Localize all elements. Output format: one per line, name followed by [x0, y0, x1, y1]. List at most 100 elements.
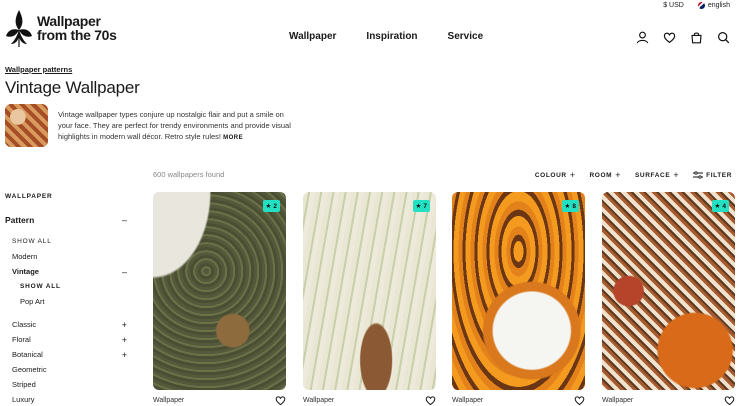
site-logo[interactable]: Wallpaper from the 70s	[5, 8, 117, 48]
product-label: Wallpaper	[153, 397, 185, 404]
shopping-bag-icon[interactable]	[690, 31, 703, 44]
product-footer: Wallpaper	[452, 395, 585, 406]
sidebar-pop-art-label: Pop Art	[20, 297, 45, 306]
sidebar-modern-label: Modern	[12, 252, 38, 261]
star-icon: ★	[564, 203, 571, 210]
logo-leaf-icon	[6, 10, 32, 47]
rating-badge: ★ 2	[262, 200, 280, 212]
logo-wordmark: Wallpaper from the 70s	[37, 14, 117, 42]
product-footer: Wallpaper	[303, 395, 436, 406]
account-icon[interactable]	[636, 31, 649, 44]
nav-service[interactable]: Service	[448, 31, 484, 42]
favorite-heart-icon[interactable]	[275, 395, 286, 406]
product-label: Wallpaper	[303, 397, 335, 404]
category-sidebar: WALLPAPER Pattern – SHOW ALL Modern Vinta…	[5, 193, 127, 406]
product-card[interactable]: ★ 8 Wallpaper	[452, 192, 585, 406]
minus-icon: –	[121, 215, 127, 225]
product-label: Wallpaper	[452, 397, 484, 404]
favorite-heart-icon[interactable]	[425, 395, 436, 406]
sidebar-luxury-label: Luxury	[12, 395, 35, 404]
rating-badge: ★ 4	[711, 200, 729, 212]
sidebar-item-classic[interactable]: Classic +	[5, 317, 127, 332]
sidebar-pattern-toggle[interactable]: Pattern –	[5, 212, 127, 228]
sidebar-striped-label: Striped	[12, 380, 36, 389]
filter-room-label: ROOM	[589, 171, 613, 179]
product-card[interactable]: ★ 7 Wallpaper	[303, 192, 436, 406]
plus-icon: +	[121, 349, 127, 360]
star-icon: ★	[265, 203, 272, 210]
plus-icon: +	[121, 334, 127, 345]
logo-line-1: Wallpaper	[37, 13, 101, 29]
filter-colour-label: COLOUR	[534, 171, 567, 179]
filter-colour[interactable]: COLOUR +	[535, 170, 576, 180]
plus-icon: +	[673, 170, 680, 180]
filter-all-button[interactable]: FILTER	[693, 170, 732, 180]
sidebar-item-floral[interactable]: Floral +	[5, 332, 127, 347]
rating-count: 7	[423, 202, 427, 210]
page-title: Vintage Wallpaper	[5, 78, 140, 97]
sidebar-botanical-label: Botanical	[12, 350, 43, 359]
sidebar-show-all[interactable]: SHOW ALL	[5, 234, 127, 249]
top-utility-bar: $ USD english	[663, 2, 730, 9]
sidebar-item-modern[interactable]: Modern	[5, 249, 127, 264]
rating-count: 4	[722, 202, 726, 210]
intro-text: Vintage wallpaper types conjure up nosta…	[58, 110, 291, 141]
nav-wallpaper[interactable]: Wallpaper	[289, 31, 336, 42]
results-count: 600 wallpapers found	[153, 170, 225, 179]
star-icon: ★	[714, 203, 721, 210]
product-image[interactable]: ★ 8	[452, 192, 585, 390]
sidebar-item-pop-art[interactable]: Pop Art	[5, 294, 127, 309]
category-thumbnail	[5, 104, 48, 147]
plus-icon: +	[615, 170, 621, 180]
sidebar-vintage-show-all-label: SHOW ALL	[20, 283, 61, 290]
plus-icon: +	[569, 170, 576, 180]
sidebar-classic-label: Classic	[12, 320, 37, 329]
plus-icon: +	[121, 319, 127, 330]
product-image[interactable]: ★ 4	[602, 192, 735, 390]
filter-room[interactable]: ROOM +	[590, 170, 621, 180]
rating-badge: ★ 7	[412, 200, 430, 212]
language-label: english	[707, 2, 730, 9]
header-icons	[636, 31, 730, 44]
filter-bar: COLOUR + ROOM + SURFACE + FILTER	[535, 170, 732, 180]
favorite-heart-icon[interactable]	[724, 395, 735, 406]
sidebar-geometric-label: Geometric	[12, 365, 47, 374]
product-label: Wallpaper	[602, 397, 634, 404]
filter-surface[interactable]: SURFACE +	[635, 170, 679, 180]
main-navigation: Wallpaper Inspiration Service	[289, 31, 483, 42]
star-icon: ★	[415, 203, 422, 210]
sliders-icon	[693, 171, 704, 179]
sidebar-floral-label: Floral	[12, 335, 31, 344]
sidebar-item-botanical[interactable]: Botanical +	[5, 347, 127, 362]
wishlist-heart-icon[interactable]	[663, 31, 676, 44]
rating-count: 2	[273, 202, 277, 210]
product-footer: Wallpaper	[602, 395, 735, 406]
sidebar-item-geometric[interactable]: Geometric	[5, 362, 127, 377]
sidebar-vintage-show-all[interactable]: SHOW ALL	[5, 279, 127, 294]
sidebar-item-vintage[interactable]: Vintage –	[5, 264, 127, 279]
sidebar-item-striped[interactable]: Striped	[5, 377, 127, 392]
sidebar-heading: WALLPAPER	[5, 193, 53, 200]
filter-all-label: FILTER	[706, 171, 732, 179]
product-image[interactable]: ★ 7	[303, 192, 436, 390]
sidebar-vintage-label: Vintage	[12, 267, 39, 276]
minus-icon: –	[121, 266, 127, 277]
product-card[interactable]: ★ 2 Wallpaper	[153, 192, 286, 406]
filter-surface-label: SURFACE	[635, 171, 671, 179]
nav-inspiration[interactable]: Inspiration	[366, 31, 417, 42]
read-more-link[interactable]: MORE	[223, 135, 243, 141]
search-icon[interactable]	[717, 31, 730, 44]
sidebar-pattern-label: Pattern	[5, 215, 35, 225]
logo-line-2: from the 70s	[37, 27, 117, 43]
currency-selector[interactable]: $ USD	[663, 2, 684, 9]
favorite-heart-icon[interactable]	[574, 395, 585, 406]
language-selector[interactable]: english	[697, 2, 730, 9]
product-image[interactable]: ★ 2	[153, 192, 286, 390]
sidebar-item-luxury[interactable]: Luxury	[5, 392, 127, 406]
uk-flag-icon	[697, 2, 705, 9]
breadcrumb[interactable]: Wallpaper patterns	[5, 65, 72, 74]
rating-count: 8	[572, 202, 576, 210]
rating-badge: ★ 8	[561, 200, 579, 212]
product-card[interactable]: ★ 4 Wallpaper	[602, 192, 735, 406]
product-footer: Wallpaper	[153, 395, 286, 406]
